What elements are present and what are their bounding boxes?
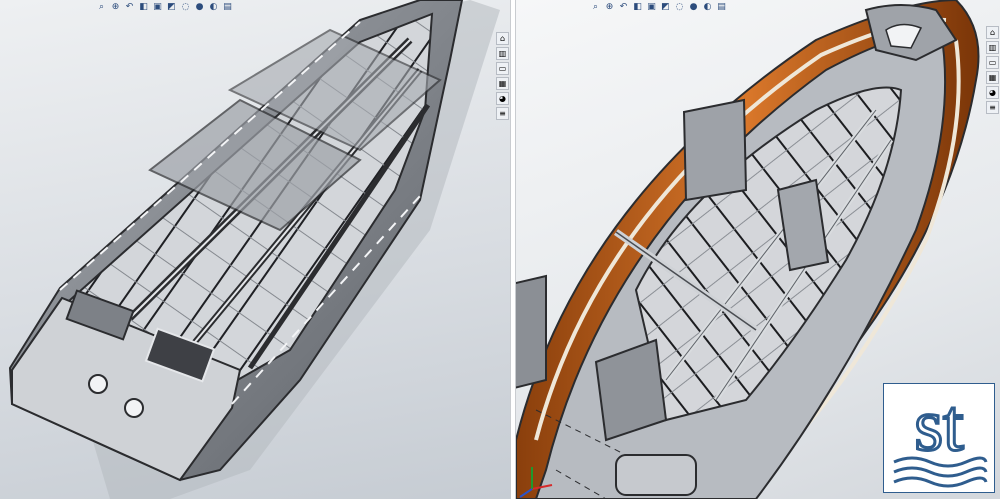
- section-view-icon[interactable]: ◧: [138, 2, 149, 13]
- section-view-icon[interactable]: ◧: [632, 2, 643, 13]
- resources-icon[interactable]: ⌂: [986, 26, 999, 39]
- previous-view-icon[interactable]: ↶: [124, 2, 135, 13]
- view-palette-icon[interactable]: ▦: [986, 71, 999, 84]
- display-style-icon[interactable]: ◩: [660, 2, 671, 13]
- file-explorer-icon[interactable]: ▭: [986, 56, 999, 69]
- edit-appearance-icon[interactable]: ●: [194, 2, 205, 13]
- resources-icon[interactable]: ⌂: [496, 32, 509, 45]
- hide-show-icon[interactable]: ◌: [674, 2, 685, 13]
- file-explorer-icon[interactable]: ▭: [496, 62, 509, 75]
- hide-show-icon[interactable]: ◌: [180, 2, 191, 13]
- heads-up-toolbar-right: ⌕ ⊕ ↶ ◧ ▣ ◩ ◌ ● ◐ ▤: [590, 0, 727, 14]
- design-library-icon[interactable]: ▥: [496, 47, 509, 60]
- task-pane-right: ⌂ ▥ ▭ ▦ ◕ ≡: [986, 26, 1000, 114]
- view-settings-icon[interactable]: ▤: [222, 2, 233, 13]
- previous-view-icon[interactable]: ↶: [618, 2, 629, 13]
- logo-text: st: [914, 385, 964, 467]
- view-orientation-icon[interactable]: ▣: [646, 2, 657, 13]
- zoom-fit-icon[interactable]: ⌕: [96, 2, 107, 13]
- zoom-fit-icon[interactable]: ⌕: [590, 2, 601, 13]
- view-orientation-icon[interactable]: ▣: [152, 2, 163, 13]
- appearances-icon[interactable]: ◕: [986, 86, 999, 99]
- custom-properties-icon[interactable]: ≡: [496, 107, 509, 120]
- view-settings-icon[interactable]: ▤: [716, 2, 727, 13]
- company-logo: st: [883, 383, 995, 493]
- view-palette-icon[interactable]: ▦: [496, 77, 509, 90]
- appearances-icon[interactable]: ◕: [496, 92, 509, 105]
- graphics-area-left[interactable]: ⌕ ⊕ ↶ ◧ ▣ ◩ ◌ ● ◐ ▤ ⌂ ▥ ▭ ▦ ◕ ≡: [0, 0, 510, 499]
- display-style-icon[interactable]: ◩: [166, 2, 177, 13]
- zoom-area-icon[interactable]: ⊕: [110, 2, 121, 13]
- task-pane-left: ⌂ ▥ ▭ ▦ ◕ ≡: [496, 32, 510, 120]
- graphics-area-right[interactable]: ⌕ ⊕ ↶ ◧ ▣ ◩ ◌ ● ◐ ▤ ⌂ ▥ ▭ ▦ ◕ ≡ st: [516, 0, 1000, 499]
- zoom-area-icon[interactable]: ⊕: [604, 2, 615, 13]
- heads-up-toolbar-left: ⌕ ⊕ ↶ ◧ ▣ ◩ ◌ ● ◐ ▤: [96, 0, 233, 14]
- edit-appearance-icon[interactable]: ●: [688, 2, 699, 13]
- apply-scene-icon[interactable]: ◐: [208, 2, 219, 13]
- boat-model-top-view[interactable]: [0, 0, 510, 499]
- coordinate-triad: [516, 459, 556, 499]
- apply-scene-icon[interactable]: ◐: [702, 2, 713, 13]
- design-library-icon[interactable]: ▥: [986, 41, 999, 54]
- custom-properties-icon[interactable]: ≡: [986, 101, 999, 114]
